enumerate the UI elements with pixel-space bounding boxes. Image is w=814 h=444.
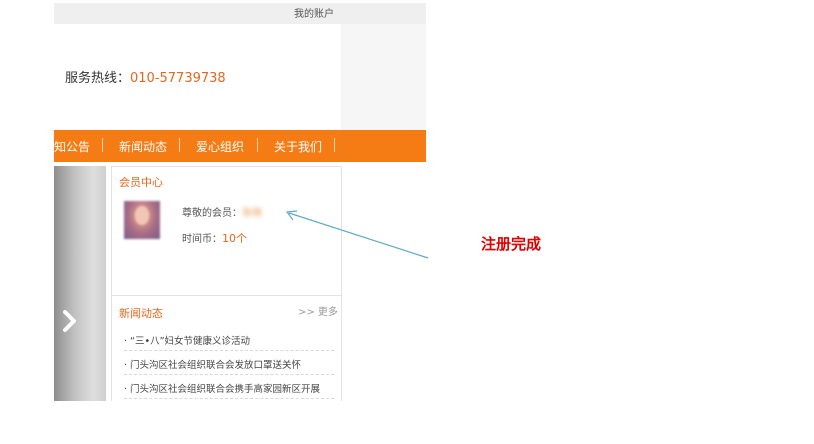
greeting-label: 尊敬的会员： xyxy=(182,208,242,219)
main-nav: 知公告 新闻动态 爱心组织 关于我们 xyxy=(54,130,426,162)
top-bar: 我的账户 xyxy=(54,3,426,24)
member-greeting: 尊敬的会员：张晓 xyxy=(182,204,262,219)
news-list-item[interactable]: · 门头沟区社会组织联合会携手高家园新区开展 xyxy=(124,381,334,399)
member-center-panel: 会员中心 尊敬的会员：张晓 时间币：10个 xyxy=(111,166,342,298)
nav-separator xyxy=(334,138,335,152)
banner-slider xyxy=(54,166,106,401)
nav-item-charity-orgs[interactable]: 爱心组织 xyxy=(196,138,244,155)
news-list-item[interactable]: · “三•八”妇女节健康义诊活动 xyxy=(124,333,334,351)
avatar xyxy=(124,201,160,239)
time-coin: 时间币：10个 xyxy=(182,230,247,246)
coin-label: 时间币： xyxy=(182,234,222,245)
member-name: 张晓 xyxy=(242,208,262,219)
news-list-item[interactable]: · 门头沟区社会组织联合会发放口罩送关怀 xyxy=(124,357,334,375)
coin-value: 10个 xyxy=(222,232,247,245)
website-frame: 我的账户 服务热线：010-57739738 知公告 新闻动态 爱心组织 关于我… xyxy=(54,3,426,401)
news-panel: 新闻动态 >> 更多 · “三•八”妇女节健康义诊活动 · 门头沟区社会组织联合… xyxy=(111,295,342,401)
news-more-link[interactable]: >> 更多 xyxy=(298,303,338,318)
nav-item-about-us[interactable]: 关于我们 xyxy=(274,138,322,155)
nav-separator xyxy=(257,138,258,152)
nav-item-notices[interactable]: 知公告 xyxy=(54,138,90,155)
news-title: 新闻动态 xyxy=(119,307,163,320)
nav-separator xyxy=(102,138,103,152)
my-account-link[interactable]: 我的账户 xyxy=(294,5,334,20)
header-right-panel xyxy=(341,24,426,130)
hotline-number: 010-57739738 xyxy=(130,71,226,86)
hotline-label: 服务热线： xyxy=(65,71,131,86)
member-center-title: 会员中心 xyxy=(119,176,163,189)
service-hotline: 服务热线：010-57739738 xyxy=(65,67,226,86)
chevron-right-icon[interactable] xyxy=(58,306,82,336)
nav-item-news[interactable]: 新闻动态 xyxy=(119,138,167,155)
nav-separator xyxy=(179,138,180,152)
annotation-note: 注册完成 xyxy=(481,235,542,253)
